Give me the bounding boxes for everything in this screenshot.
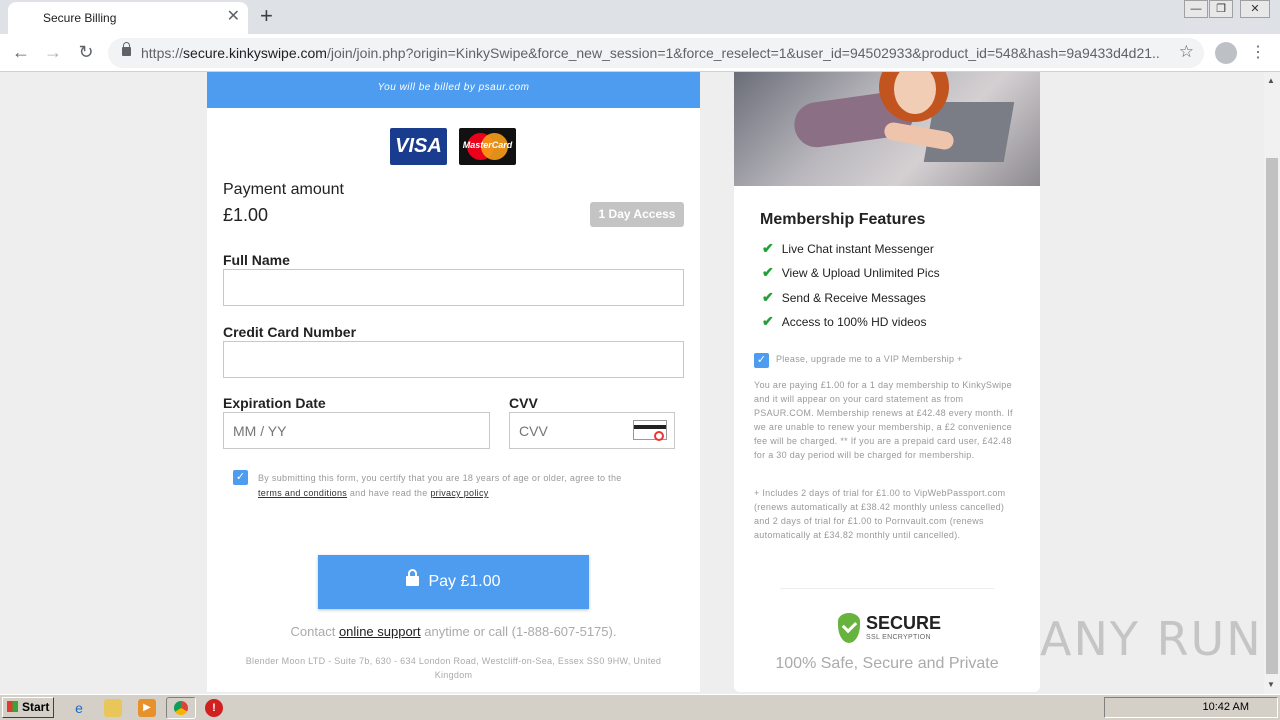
payment-amount-value: £1.00	[223, 205, 269, 225]
cvv-label: CVV	[509, 395, 538, 411]
billing-note: You are paying £1.00 for a 1 day members…	[754, 380, 1013, 460]
browser-menu-icon[interactable]: ⋮	[1250, 42, 1266, 62]
forward-button[interactable]: →	[41, 40, 65, 64]
tab-close-icon[interactable]: ✕	[227, 8, 240, 26]
folder-icon[interactable]	[104, 699, 122, 717]
access-badge: 1 Day Access	[590, 202, 684, 227]
visa-logo: VISA	[390, 128, 447, 165]
scroll-down-icon[interactable]: ▼	[1267, 680, 1275, 689]
privacy-link[interactable]: privacy policy	[430, 488, 488, 498]
divider	[780, 588, 994, 589]
profile-avatar[interactable]	[1215, 42, 1237, 64]
full-name-input[interactable]	[223, 269, 684, 306]
lock-icon	[122, 42, 131, 56]
safe-text: 100% Safe, Secure and Private	[775, 655, 999, 672]
check-icon: ✔	[762, 313, 774, 329]
back-button[interactable]: ←	[9, 40, 33, 64]
media-player-icon[interactable]: ▶	[138, 699, 156, 717]
feature-item: ✔ Live Chat instant Messenger	[762, 240, 934, 256]
page-scrollbar[interactable]: ▲ ▼	[1264, 72, 1280, 694]
company-address: Blender Moon LTD - Suite 7b, 630 - 634 L…	[245, 656, 662, 680]
expiration-label: Expiration Date	[223, 395, 326, 411]
ie-icon[interactable]: e	[70, 699, 88, 717]
taskbar: Start e ▶ ! 10:42 AM	[0, 694, 1280, 720]
reload-button[interactable]: ↻	[74, 40, 98, 64]
window-close-button[interactable]: ✕	[1240, 0, 1270, 18]
expiration-input[interactable]	[223, 412, 490, 449]
check-icon: ✔	[762, 289, 774, 305]
secure-badge: SECURE SSL ENCRYPTION	[838, 613, 941, 647]
full-name-label: Full Name	[223, 252, 290, 268]
address-bar[interactable]: https://secure.kinkyswipe.com/join/join.…	[108, 38, 1204, 68]
maximize-button[interactable]: ❐	[1209, 0, 1233, 18]
payment-amount-label: Payment amount	[223, 181, 344, 198]
clock: 10:42 AM	[1202, 701, 1249, 713]
features-title: Membership Features	[760, 211, 926, 228]
online-support-link[interactable]: online support	[339, 624, 421, 639]
pay-button[interactable]: Pay £1.00	[318, 555, 589, 609]
start-button[interactable]: Start	[2, 697, 54, 718]
contact-text: Contact online support anytime or call (…	[290, 624, 617, 639]
windows-flag-icon	[7, 701, 18, 712]
hero-image	[734, 72, 1040, 186]
terms-text: By submitting this form, you certify tha…	[258, 473, 622, 498]
cvv-field	[509, 412, 675, 449]
lock-icon	[406, 569, 420, 586]
cvv-card-icon	[633, 420, 667, 441]
feature-item: ✔ Send & Receive Messages	[762, 289, 926, 305]
shield-icon	[838, 613, 860, 643]
terms-checkbox[interactable]: ✓	[233, 470, 248, 485]
terms-link[interactable]: terms and conditions	[258, 488, 347, 498]
feature-item: ✔ Access to 100% HD videos	[762, 313, 927, 329]
minimize-button[interactable]: —	[1184, 0, 1208, 18]
vip-checkbox[interactable]: ✓	[754, 353, 769, 368]
new-tab-button[interactable]: +	[260, 4, 273, 28]
scroll-thumb[interactable]	[1266, 158, 1278, 674]
bookmark-star-icon[interactable]: ☆	[1179, 42, 1194, 62]
billing-panel: You will be billed by psaur.com VISA Mas…	[207, 72, 700, 692]
card-number-label: Credit Card Number	[223, 324, 357, 340]
check-icon: ✔	[762, 264, 774, 280]
scroll-up-icon[interactable]: ▲	[1267, 76, 1275, 85]
tab-strip: Secure Billing ✕ + — ❐ ✕	[0, 0, 1280, 34]
system-tray: 10:42 AM	[1104, 697, 1278, 718]
billing-header: You will be billed by psaur.com	[207, 72, 700, 108]
check-icon: ✔	[762, 240, 774, 256]
trial-note: + Includes 2 days of trial for £1.00 to …	[754, 488, 1006, 540]
browser-tab[interactable]: Secure Billing ✕	[8, 2, 248, 34]
mastercard-logo: MasterCard	[459, 128, 516, 165]
anyrun-watermark: ANY RUN	[1040, 612, 1263, 666]
chrome-taskbar-button[interactable]	[166, 697, 196, 719]
feature-item: ✔ View & Upload Unlimited Pics	[762, 264, 940, 280]
stop-icon[interactable]: !	[205, 699, 223, 717]
tab-title: Secure Billing	[43, 11, 117, 25]
browser-toolbar: ← → ↻ https://secure.kinkyswipe.com/join…	[0, 34, 1280, 72]
billed-by-text: You will be billed by psaur.com	[377, 82, 530, 93]
page-viewport: You will be billed by psaur.com VISA Mas…	[0, 72, 1264, 694]
card-number-input[interactable]	[223, 341, 684, 378]
vip-label: Please, upgrade me to a VIP Membership +	[776, 354, 963, 364]
membership-panel: Membership Features ✔ Live Chat instant M…	[734, 72, 1040, 692]
url-text[interactable]: https://secure.kinkyswipe.com/join/join.…	[141, 45, 1161, 61]
